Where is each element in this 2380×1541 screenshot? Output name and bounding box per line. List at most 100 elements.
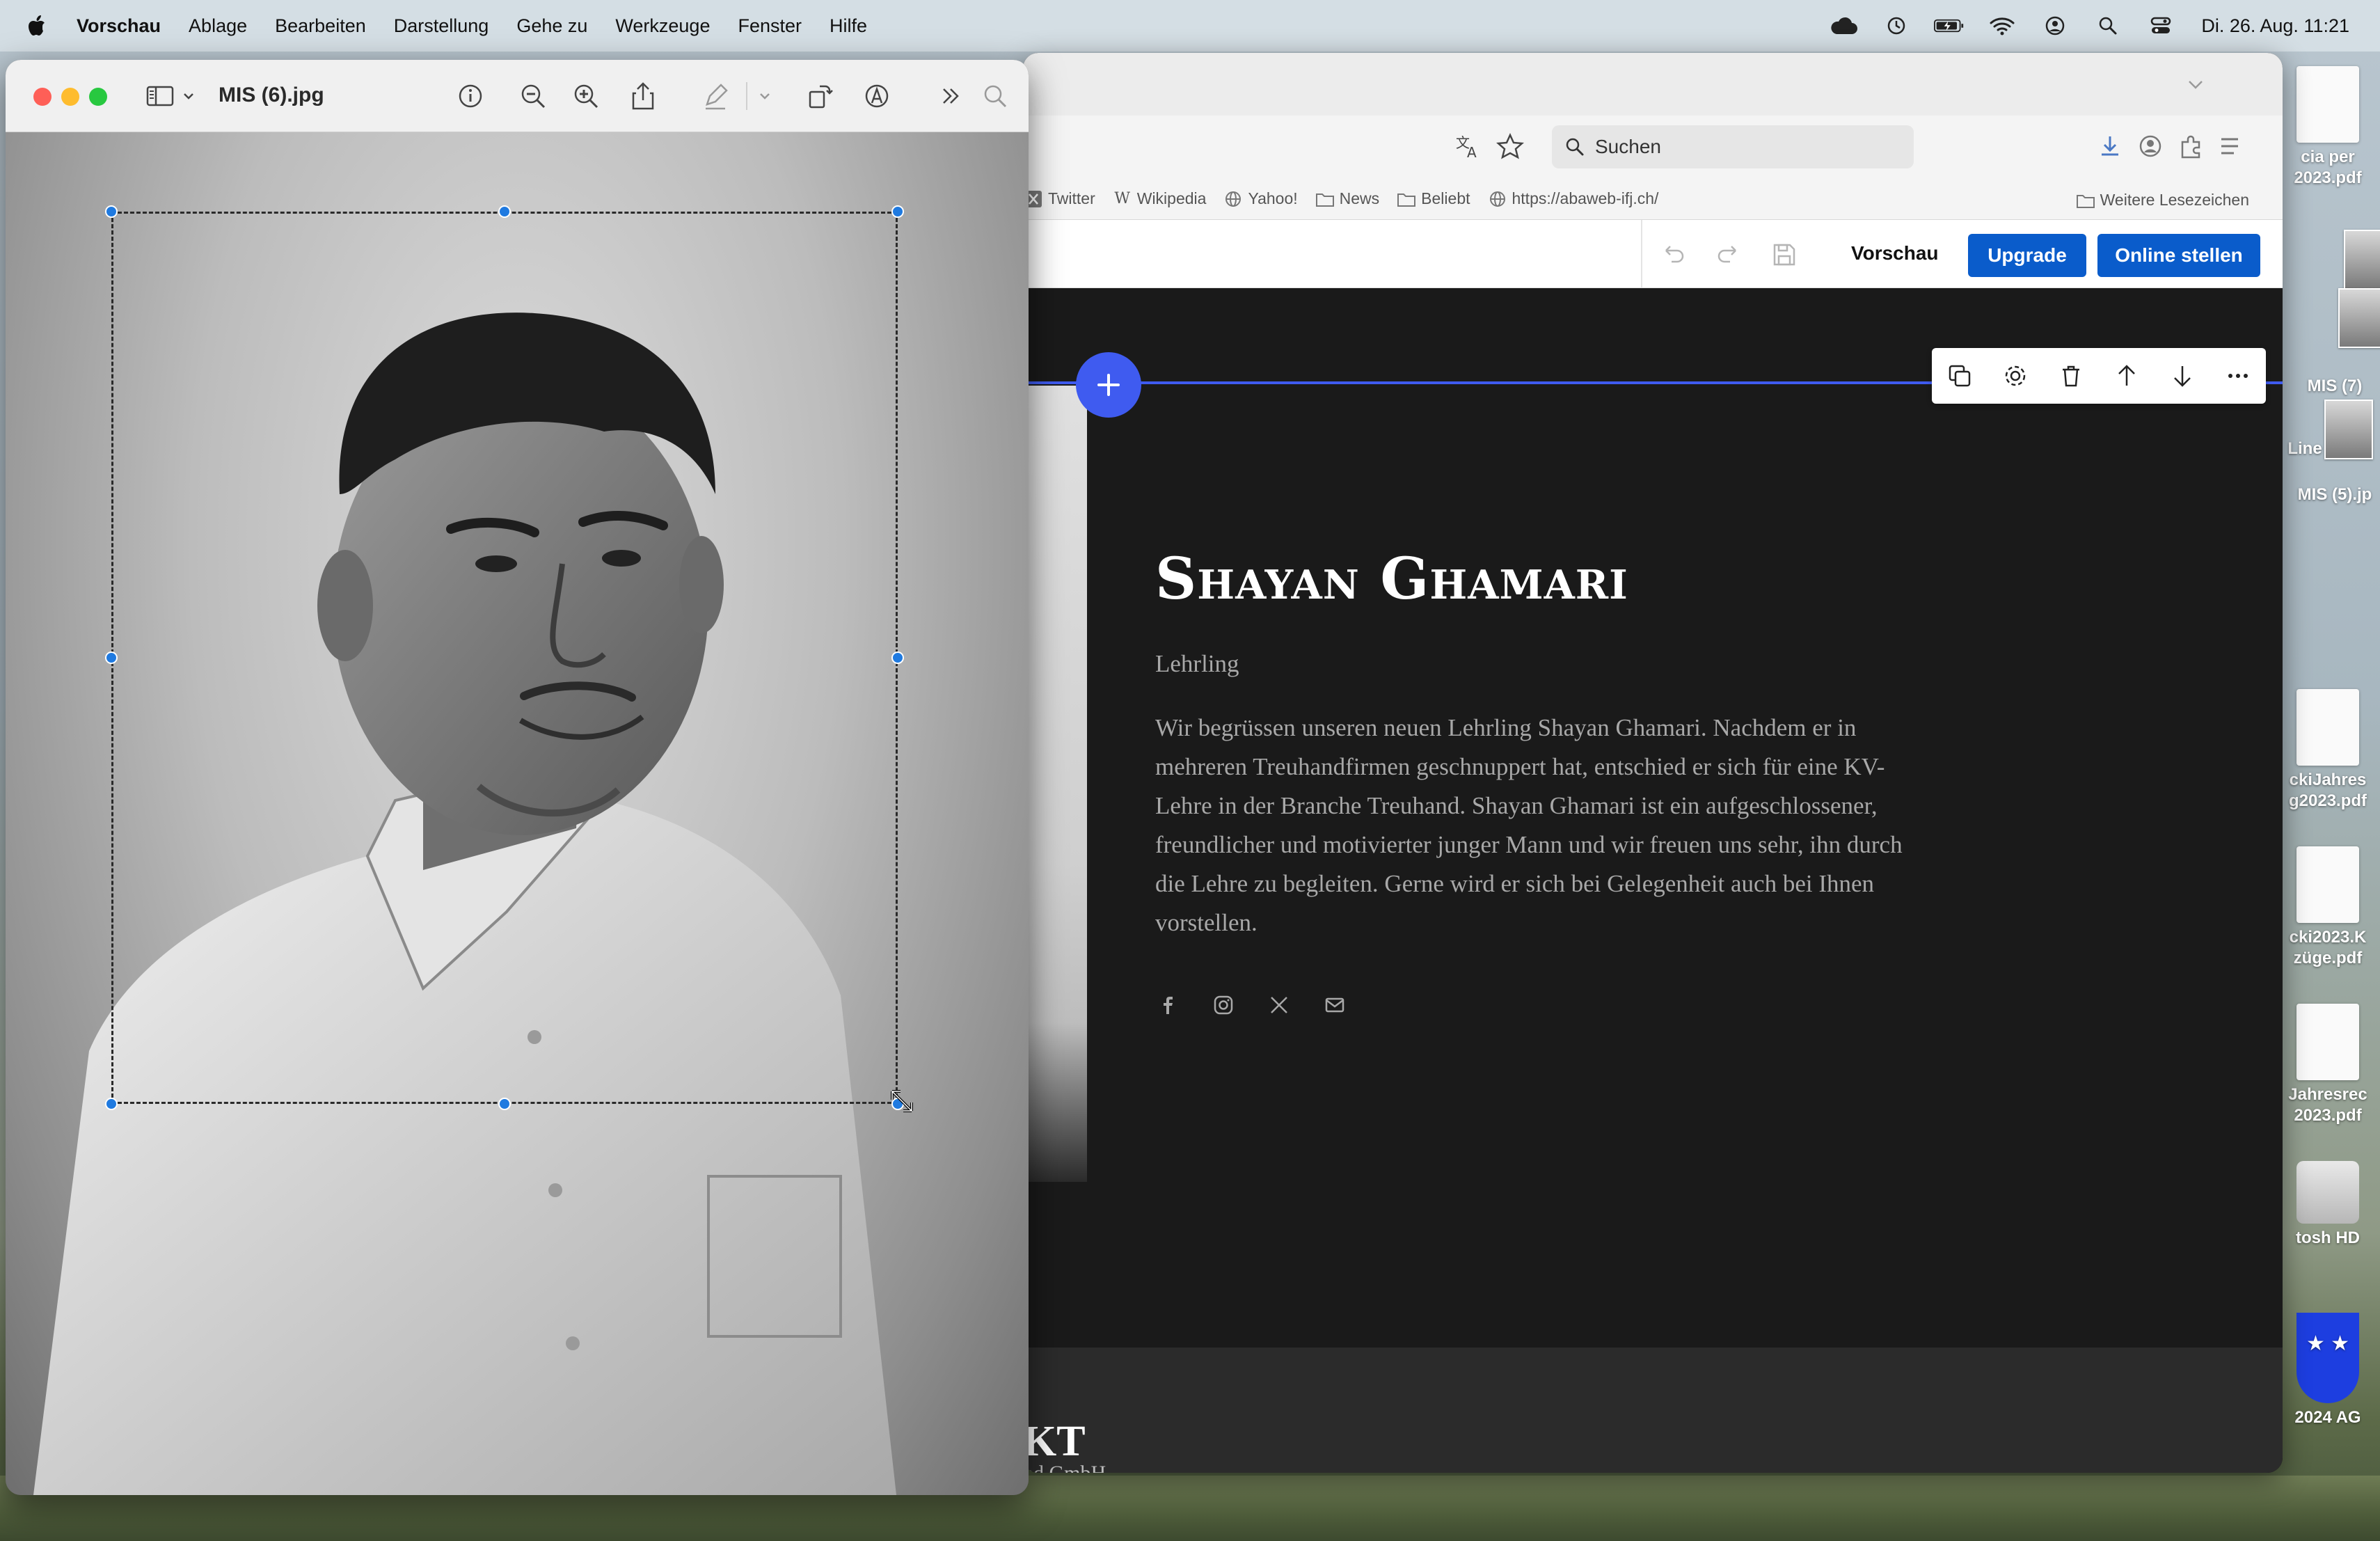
zoom-in-icon[interactable] — [571, 81, 601, 111]
desktop-file-pdf-2[interactable]: ckiJahres g2023.pdf — [2276, 689, 2380, 812]
close-window-button[interactable] — [33, 88, 51, 106]
markup-chevron-icon[interactable] — [754, 81, 775, 111]
bookmark-twitter[interactable]: Twitter — [1024, 189, 1095, 208]
menu-darstellung[interactable]: Darstellung — [394, 15, 489, 37]
bookmark-news[interactable]: News — [1315, 189, 1379, 208]
menu-lines-icon[interactable] — [2217, 132, 2245, 160]
arrow-up-icon[interactable] — [2112, 361, 2141, 390]
arrow-down-icon[interactable] — [2168, 361, 2197, 390]
profile-photo-cropped[interactable] — [1023, 386, 1087, 1182]
crop-handle-top-left[interactable] — [105, 205, 118, 218]
email-icon[interactable] — [1322, 993, 1347, 1018]
menu-hilfe[interactable]: Hilfe — [830, 15, 867, 37]
bookmark-more[interactable]: Weitere Lesezeichen — [2076, 191, 2249, 210]
gear-icon[interactable] — [2001, 361, 2030, 390]
search-icon[interactable] — [980, 81, 1010, 111]
team-member-bio[interactable]: Wir begrüssen unseren neuen Lehrling Sha… — [1155, 709, 1935, 942]
publish-button[interactable]: Online stellen — [2097, 234, 2260, 277]
bookmark-star-icon[interactable] — [1496, 132, 1525, 160]
desktop-file-label: tosh HD — [2296, 1228, 2360, 1247]
crop-handle-top-right[interactable] — [891, 205, 904, 218]
bookmark-abaweb[interactable]: https://abaweb-ifj.ch/ — [1489, 189, 1658, 208]
team-member-name[interactable]: Shayan Ghamari — [1155, 546, 1628, 613]
crop-handle-top-middle[interactable] — [498, 205, 511, 218]
user-account-icon[interactable] — [2040, 15, 2070, 36]
x-social-icon[interactable] — [1267, 993, 1292, 1018]
crop-handle-bottom-left[interactable] — [105, 1098, 118, 1110]
portrait-photo[interactable] — [6, 132, 1029, 1495]
zoom-window-button[interactable] — [89, 88, 107, 106]
sidebar-toggle-icon[interactable] — [145, 81, 175, 111]
rotate-icon[interactable] — [804, 81, 835, 111]
wifi-icon[interactable] — [1987, 15, 2017, 36]
menu-bearbeiten[interactable]: Bearbeiten — [275, 15, 366, 37]
bookmark-beliebt[interactable]: Beliebt — [1397, 189, 1470, 208]
menu-gehe-zu[interactable]: Gehe zu — [516, 15, 587, 37]
info-icon[interactable] — [455, 81, 486, 111]
browser-tab-bar — [1023, 53, 2283, 116]
apple-menu-icon[interactable] — [28, 15, 46, 36]
redo-icon[interactable] — [1715, 241, 1743, 269]
desktop-file-label: MIS (7) — [2307, 377, 2363, 395]
translate-icon[interactable]: 文A — [1454, 132, 1482, 161]
desktop-file-pdf-4[interactable]: Jahresrec 2023.pdf — [2276, 1004, 2380, 1126]
menu-fenster[interactable]: Fenster — [738, 15, 802, 37]
add-section-button[interactable] — [1076, 352, 1141, 418]
more-tools-chevrons-icon[interactable] — [935, 81, 966, 111]
desktop-file-mis5[interactable]: MIS (5).jp — [2290, 484, 2380, 505]
crop-handle-middle-right[interactable] — [891, 651, 904, 664]
chevron-down-icon[interactable] — [181, 81, 196, 111]
undo-icon[interactable] — [1659, 241, 1687, 269]
share-icon[interactable] — [628, 81, 658, 111]
team-member-role[interactable]: Lehrling — [1155, 650, 1239, 678]
downloads-icon[interactable] — [2096, 132, 2124, 160]
browser-search-field[interactable]: Suchen — [1552, 125, 1914, 168]
cloud-icon[interactable] — [1828, 15, 1859, 36]
trash-icon[interactable] — [2056, 361, 2086, 390]
profile-icon[interactable] — [2136, 132, 2164, 160]
desktop-folder-2024[interactable]: ★ ★ 2024 AG — [2276, 1313, 2380, 1428]
pdf-file-icon — [2296, 689, 2359, 766]
save-icon[interactable] — [1770, 241, 1798, 269]
bookmark-wikipedia[interactable]: W Wikipedia — [1113, 189, 1206, 208]
bookmark-yahoo[interactable]: Yahoo! — [1224, 189, 1298, 208]
footer-company[interactable]: nd GmbH — [1023, 1462, 1106, 1473]
markup-pen-icon[interactable] — [700, 81, 731, 111]
crop-selection-rectangle[interactable] — [111, 212, 898, 1104]
instagram-icon[interactable] — [1211, 993, 1236, 1018]
website-canvas: Shayan Ghamari Lehrling Wir begrüssen un… — [1023, 288, 2283, 1473]
zoom-out-icon[interactable] — [518, 81, 548, 111]
menu-app-name[interactable]: Vorschau — [77, 15, 161, 37]
facebook-icon[interactable] — [1155, 993, 1180, 1018]
bookmark-label: Beliebt — [1421, 189, 1470, 207]
menu-werkzeuge[interactable]: Werkzeuge — [615, 15, 710, 37]
menu-ablage[interactable]: Ablage — [189, 15, 247, 37]
desktop-photo-thumb-2[interactable] — [2338, 288, 2380, 348]
battery-icon[interactable] — [1934, 15, 1965, 36]
extensions-icon[interactable] — [2177, 132, 2205, 160]
annotate-a-icon[interactable] — [862, 81, 892, 111]
preview-button[interactable]: Vorschau — [1851, 242, 1939, 264]
footer-title[interactable]: KT — [1023, 1417, 1086, 1467]
control-center-icon[interactable] — [2145, 15, 2176, 36]
crop-handle-bottom-middle[interactable] — [498, 1098, 511, 1110]
desktop-file-label: cia per — [2301, 148, 2355, 166]
tab-overview-chevron-icon[interactable] — [2185, 74, 2206, 95]
desktop-file-mis7[interactable]: MIS (7) — [2290, 376, 2380, 397]
minimize-window-button[interactable] — [61, 88, 79, 106]
desktop-photo-thumb-1[interactable] — [2344, 230, 2380, 290]
duplicate-icon[interactable] — [1945, 361, 1974, 390]
upgrade-button[interactable]: Upgrade — [1968, 234, 2086, 277]
wikipedia-w-icon: W — [1114, 190, 1131, 207]
footer-contact-section: KT nd GmbH — [1023, 1348, 2283, 1473]
spotlight-search-icon[interactable] — [2093, 15, 2123, 36]
desktop-hard-drive[interactable]: tosh HD — [2276, 1161, 2380, 1249]
more-dots-icon[interactable] — [2223, 361, 2253, 390]
desktop-file-pdf-1[interactable]: cia per 2023.pdf — [2276, 66, 2380, 189]
crop-handle-middle-left[interactable] — [105, 651, 118, 664]
menubar-clock[interactable]: Di. 26. Aug. 11:21 — [2201, 15, 2349, 37]
desktop-file-pdf-3[interactable]: cki2023.K züge.pdf — [2276, 846, 2380, 969]
time-machine-icon[interactable] — [1881, 15, 1912, 36]
desktop-file-label: 2024 AG — [2294, 1408, 2361, 1427]
desktop-file-label: ckiJahres — [2289, 770, 2367, 789]
